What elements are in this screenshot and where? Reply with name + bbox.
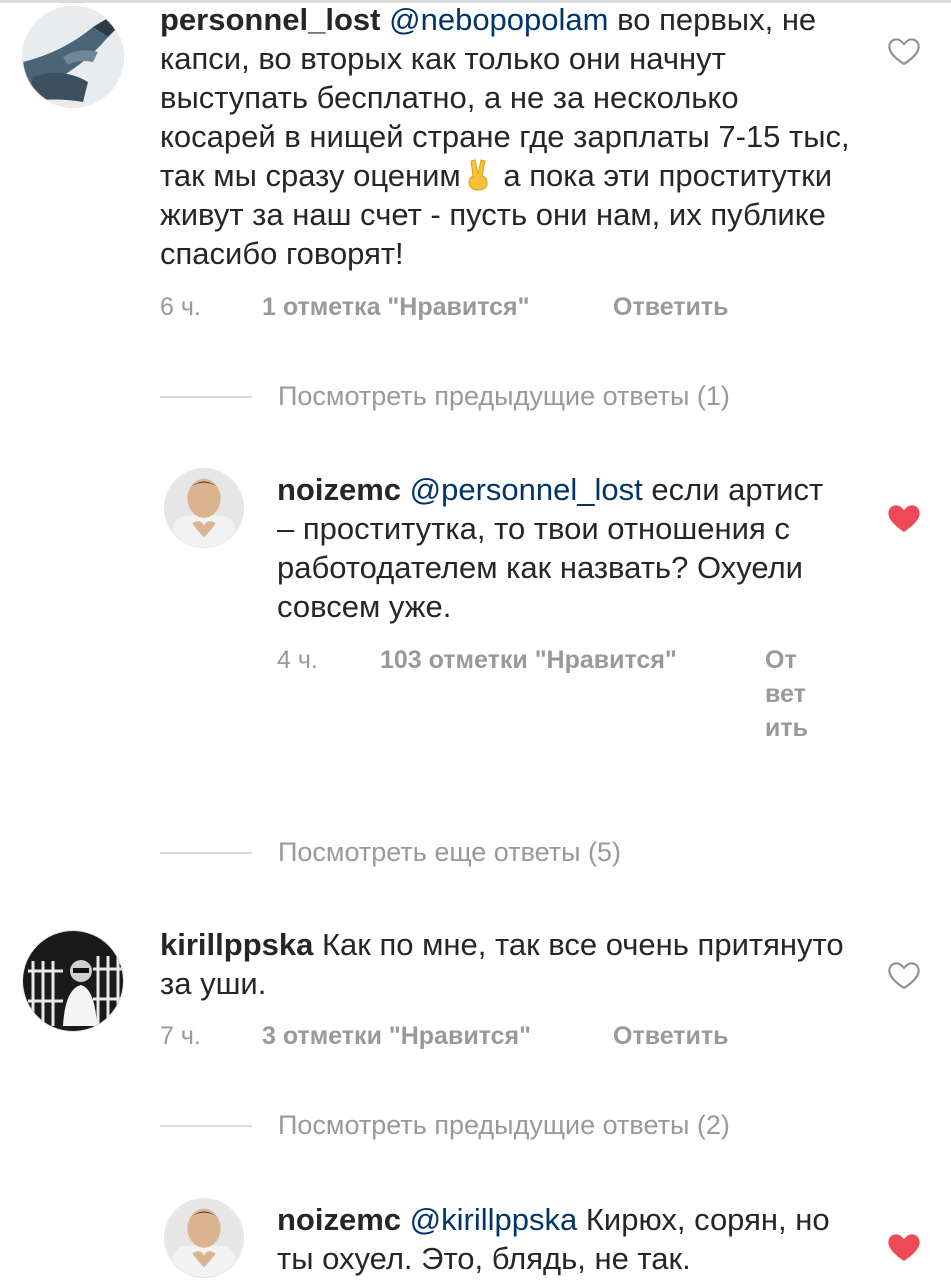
like-button[interactable] (887, 1232, 921, 1263)
comment-meta: 6 ч. 1 отметка "Нравится" Ответить (160, 290, 860, 324)
comment-time: 7 ч. (160, 1022, 201, 1050)
reply-button[interactable]: Ответить (613, 290, 729, 324)
comment-likes[interactable]: 3 отметки "Нравится" (262, 1019, 531, 1053)
comment-meta: 7 ч. 3 отметки "Нравится" Ответить (160, 1019, 860, 1053)
heart-filled-icon (888, 1234, 920, 1261)
comment-username[interactable]: noizemc (277, 472, 401, 507)
divider-line (160, 1125, 252, 1127)
reply-button[interactable]: Ответить (613, 1019, 729, 1053)
reply-body: noizemc @kirillppska Кирюх, сорян, но ты… (277, 1200, 847, 1278)
avatar-kirillppska[interactable] (22, 930, 124, 1032)
comment-time: 6 ч. (160, 293, 201, 321)
avatar-noizemc[interactable] (164, 1198, 244, 1278)
comment-likes[interactable]: 1 отметка "Нравится" (262, 290, 530, 324)
view-more-label[interactable]: Посмотреть предыдущие ответы (2) (278, 1107, 730, 1143)
comment-meta: 4 ч. 103 отметки "Нравится" (277, 643, 737, 677)
divider-line (160, 396, 252, 398)
comment-username[interactable]: personnel_lost (160, 2, 381, 37)
reply-button[interactable]: Ответить (765, 643, 809, 745)
comment-body: kirillppska Как по мне, так все очень пр… (160, 925, 860, 1003)
like-button[interactable] (887, 503, 921, 534)
avatar-image (165, 469, 243, 547)
avatar-image (23, 931, 123, 1031)
heart-outline-icon (888, 962, 920, 990)
comment-body: personnel_lost @nebopopolam во первых, н… (160, 0, 860, 273)
divider-line (160, 852, 252, 854)
reply-body: noizemc @personnel_lost если артист – пр… (277, 470, 837, 626)
comment-username[interactable]: noizemc (277, 1202, 401, 1237)
avatar-image (23, 7, 123, 107)
view-more-label[interactable]: Посмотреть еще ответы (5) (278, 834, 621, 870)
avatar-personnel-lost[interactable] (22, 6, 124, 108)
like-button[interactable] (887, 960, 921, 991)
avatar-noizemc[interactable] (164, 468, 244, 548)
avatar-image (165, 1199, 243, 1277)
like-button[interactable] (887, 36, 921, 67)
comment-mention[interactable]: @nebopopolam (389, 2, 608, 37)
victory-hand-icon (468, 159, 488, 191)
comment-mention[interactable]: @personnel_lost (410, 472, 643, 507)
comment-time: 4 ч. (277, 646, 318, 674)
heart-outline-icon (888, 38, 920, 66)
comment-likes[interactable]: 103 отметки "Нравится" (380, 643, 677, 677)
comment-username[interactable]: kirillppska (160, 927, 313, 962)
heart-filled-icon (888, 505, 920, 532)
comment-mention[interactable]: @kirillppska (410, 1202, 578, 1237)
view-more-label[interactable]: Посмотреть предыдущие ответы (1) (278, 378, 730, 414)
